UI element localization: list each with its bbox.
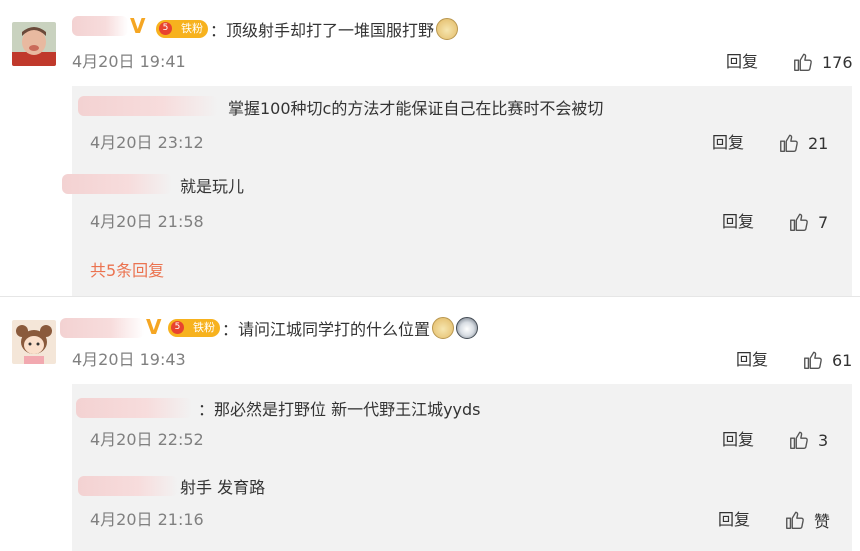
reply-button[interactable]: 回复 [736, 350, 768, 370]
reply-time: 4月20日 21:58 [90, 212, 204, 231]
v-badge-icon: V [130, 14, 146, 38]
reply-button[interactable]: 回复 [722, 430, 754, 450]
comment-time: 4月20日 19:43 [72, 350, 186, 369]
reply-button[interactable]: 回复 [726, 52, 758, 72]
like-count: 7 [818, 212, 829, 232]
reply-time: 4月20日 22:52 [90, 430, 204, 449]
v-badge-icon: V [146, 315, 162, 339]
fan-badge-label: 铁粉 [181, 22, 203, 35]
like-count: 3 [818, 430, 829, 450]
reply-username[interactable] [76, 398, 192, 418]
reply-username[interactable] [62, 174, 172, 194]
reply-username[interactable] [78, 96, 218, 116]
comment-body: ：请问江城同学打的什么位置 [222, 320, 431, 339]
reply-text: 掌握100种切c的方法才能保证自己在比赛时不会被切 [228, 99, 604, 118]
fan-badge-icon[interactable]: 5 铁粉 [168, 319, 220, 337]
reply-text: 就是玩儿 [180, 177, 245, 196]
fan-badge-label: 铁粉 [193, 321, 215, 334]
reply-button[interactable]: 回复 [722, 212, 754, 232]
like-count: 61 [832, 350, 853, 370]
more-replies-link[interactable]: 共5条回复 [90, 261, 164, 281]
doge-emoji-icon [436, 18, 459, 40]
fan-level: 5 [171, 321, 184, 334]
thumbs-up-icon [794, 53, 812, 71]
comment-divider [0, 296, 860, 297]
like-button[interactable]: 176 [792, 51, 853, 73]
reply-text: ：那必然是打野位 新一代野王江城yyds [198, 400, 481, 419]
reply-time: 4月20日 23:12 [90, 133, 204, 152]
thumbs-up-icon [790, 431, 808, 449]
doge-emoji-icon [432, 317, 455, 339]
reply-username[interactable] [78, 476, 178, 496]
thumbs-up-icon [786, 511, 804, 529]
like-button[interactable]: 61 [802, 349, 852, 371]
thumbs-up-icon [790, 213, 808, 231]
fan-badge-icon[interactable]: 5 铁粉 [156, 20, 208, 38]
comment-body: ：顶级射手却打了一堆国服打野 [210, 21, 435, 40]
husky-emoji-icon [456, 317, 479, 339]
reply-list: 掌握100种切c的方法才能保证自己在比赛时不会被切 4月20日 23:12 回复… [62, 86, 852, 296]
avatar[interactable] [12, 22, 56, 66]
like-button[interactable]: 赞 [784, 509, 830, 531]
thumbs-up-icon [780, 134, 798, 152]
like-count: 176 [822, 52, 853, 72]
username[interactable] [60, 318, 144, 338]
avatar[interactable] [12, 320, 56, 364]
like-button[interactable]: 21 [778, 132, 828, 154]
reply-text: 射手 发育路 [180, 478, 266, 497]
reply-button[interactable]: 回复 [712, 133, 744, 153]
comment-time: 4月20日 19:41 [72, 52, 186, 71]
like-button[interactable]: 7 [788, 211, 828, 233]
comment-text: ：顶级射手却打了一堆国服打野 [210, 18, 459, 42]
reply-time: 4月20日 21:16 [90, 510, 204, 529]
fan-level: 5 [159, 22, 172, 35]
like-button[interactable]: 3 [788, 429, 828, 451]
thumbs-up-icon [804, 351, 822, 369]
comment-text: ：请问江城同学打的什么位置 [222, 317, 479, 341]
like-count: 21 [808, 133, 829, 153]
reply-button[interactable]: 回复 [718, 510, 750, 530]
reply-list: ：那必然是打野位 新一代野王江城yyds 4月20日 22:52 回复 3 射手… [72, 384, 852, 551]
username[interactable] [72, 16, 128, 36]
like-count: 赞 [814, 512, 831, 531]
